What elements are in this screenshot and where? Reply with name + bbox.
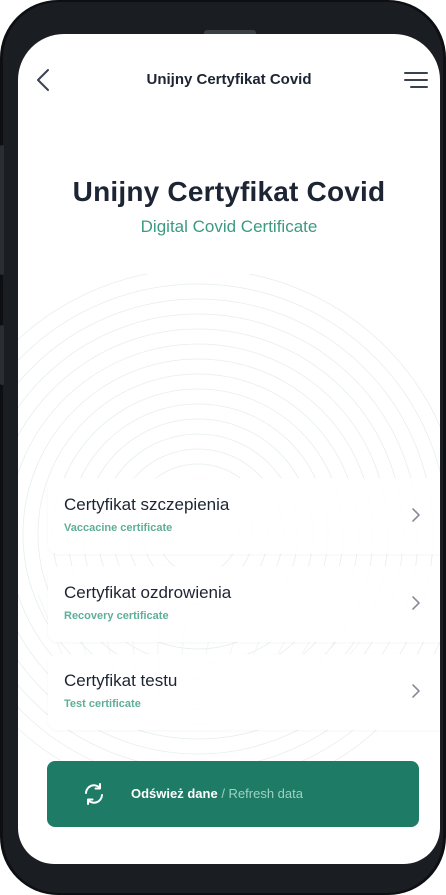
side-button-power	[0, 325, 4, 385]
app-screen: Unijny Certyfikat Covid Unijny Certyfika…	[18, 34, 440, 864]
refresh-icon	[85, 783, 103, 805]
recovery-certificate-card[interactable]: Certyfikat ozdrowienia Recovery certific…	[48, 566, 440, 642]
page-subtitle: Digital Covid Certificate	[140, 217, 318, 236]
refresh-button-label: Odśwież dane / Refresh data	[131, 786, 303, 801]
card-subtitle: Test certificate	[64, 698, 141, 710]
page-title: Unijny Certyfikat Covid	[72, 176, 386, 207]
test-certificate-card[interactable]: Certyfikat testu Test certificate	[48, 654, 440, 730]
card-title: Certyfikat ozdrowienia	[64, 583, 232, 602]
hamburger-menu-icon[interactable]	[402, 68, 430, 92]
card-title: Certyfikat testu	[64, 671, 178, 690]
side-button-volume	[0, 145, 4, 275]
topbar-title: Unijny Certyfikat Covid	[146, 71, 312, 88]
card-subtitle: Vaccacine certificate	[64, 522, 173, 534]
refresh-label-separator: /	[217, 786, 229, 801]
chevron-right-icon	[412, 508, 420, 522]
refresh-data-button[interactable]: Odśwież dane / Refresh data	[47, 761, 419, 827]
card-title: Certyfikat szczepienia	[64, 495, 230, 514]
phone-frame: Unijny Certyfikat Covid Unijny Certyfika…	[0, 0, 446, 895]
card-subtitle: Recovery certificate	[64, 610, 169, 622]
chevron-right-icon	[412, 596, 420, 610]
certificate-list: Certyfikat szczepienia Vaccacine certifi…	[48, 478, 440, 742]
refresh-label-en: Refresh data	[228, 786, 303, 801]
refresh-label-pl: Odśwież dane	[131, 786, 218, 801]
chevron-right-icon	[412, 684, 420, 698]
top-app-bar: Unijny Certyfikat Covid	[18, 34, 440, 124]
vaccination-certificate-card[interactable]: Certyfikat szczepienia Vaccacine certifi…	[48, 478, 440, 554]
